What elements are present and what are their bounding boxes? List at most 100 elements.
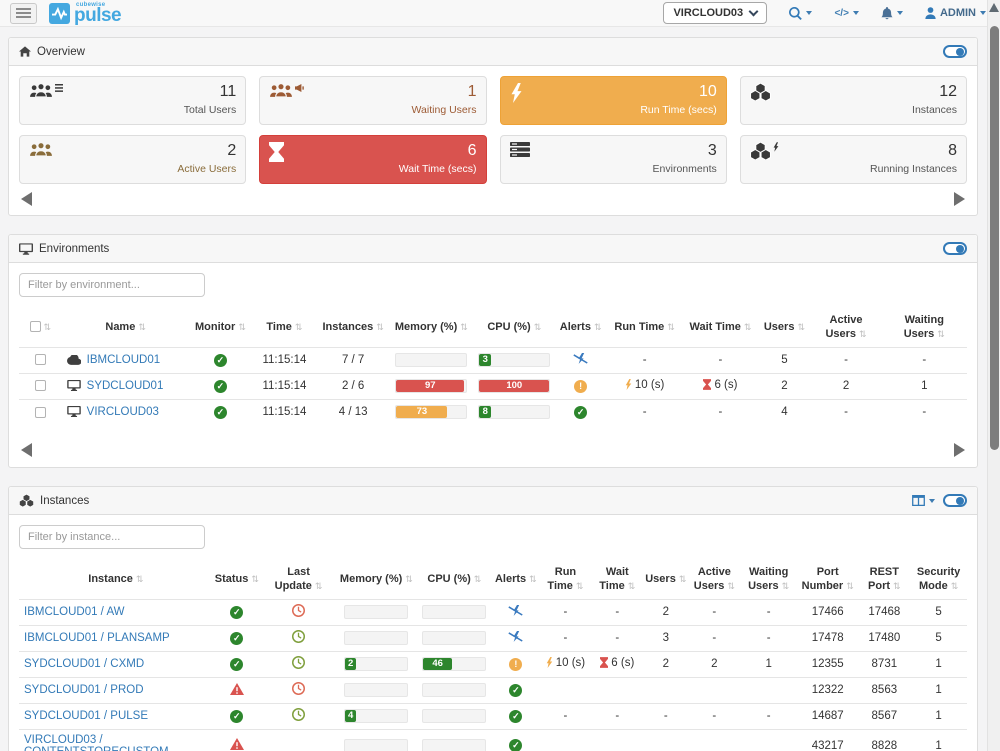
- instance-link[interactable]: IBMCLOUD01 / PLANSAMP: [24, 632, 170, 644]
- row-checkbox[interactable]: [35, 354, 46, 365]
- col-rest-port[interactable]: REST Port⇅: [858, 561, 910, 599]
- instance-link[interactable]: SYDCLOUD01 / PROD: [24, 684, 144, 696]
- memory-bar: [344, 605, 408, 619]
- col-name[interactable]: Name⇅: [62, 309, 190, 347]
- card-label: Total Users: [184, 104, 237, 116]
- scrollbar-thumb[interactable]: [990, 26, 999, 450]
- vertical-scrollbar[interactable]: [987, 0, 1000, 751]
- card-total-users[interactable]: 11 Total Users: [19, 76, 246, 125]
- col-users[interactable]: Users⇅: [643, 561, 688, 599]
- col-instance[interactable]: Instance⇅: [19, 561, 213, 599]
- instance-link[interactable]: SYDCLOUD01 / PULSE: [24, 710, 148, 722]
- col-alerts[interactable]: Alerts⇅: [555, 309, 607, 347]
- col-memory[interactable]: Memory (%)⇅: [389, 309, 474, 347]
- col-waiting-users[interactable]: Waiting Users⇅: [882, 309, 967, 347]
- row-checkbox[interactable]: [35, 407, 46, 418]
- scrollbar-up-arrow[interactable]: [989, 3, 999, 12]
- ok-circle-icon: ✓: [509, 710, 522, 723]
- cpu-bar: [422, 683, 486, 697]
- app-logo[interactable]: cubewise pulse: [49, 3, 121, 24]
- col-time[interactable]: Time⇅: [251, 309, 317, 347]
- col-cpu[interactable]: CPU (%)⇅: [474, 309, 555, 347]
- environments-table: ⇅ Name⇅ Monitor⇅ Time⇅ Instances⇅ Memory…: [19, 309, 967, 425]
- card-run-time[interactable]: 10 Run Time (secs): [500, 76, 727, 125]
- environment-filter-input[interactable]: [19, 273, 205, 297]
- environment-select[interactable]: VIRCLOUD03: [663, 2, 767, 24]
- hamburger-menu-button[interactable]: [10, 3, 37, 24]
- card-environments[interactable]: 3 Environments: [500, 135, 727, 184]
- col-run-time[interactable]: Run Time⇅: [607, 309, 683, 347]
- card-label: Running Instances: [870, 163, 957, 175]
- memory-bar: 2: [344, 657, 408, 671]
- card-running-instances[interactable]: 8 Running Instances: [740, 135, 967, 184]
- card-label: Waiting Users: [412, 104, 477, 116]
- card-value: 12: [912, 83, 957, 101]
- col-port-number[interactable]: Port Number⇅: [797, 561, 858, 599]
- servers-icon: [510, 142, 530, 177]
- code-icon: </>: [834, 8, 848, 19]
- column-picker-button[interactable]: [912, 495, 935, 506]
- col-status[interactable]: Status⇅: [213, 561, 261, 599]
- col-active-users[interactable]: Active Users⇅: [810, 309, 881, 347]
- memory-bar: 97: [395, 379, 467, 393]
- memory-bar: [395, 353, 467, 367]
- card-instances[interactable]: 12 Instances: [740, 76, 967, 125]
- select-all-checkbox[interactable]: [30, 321, 41, 332]
- admin-menu[interactable]: ADMIN: [925, 7, 986, 19]
- hourglass-icon: [269, 142, 284, 177]
- col-wait-time[interactable]: Wait Time⇅: [683, 309, 759, 347]
- instance-row: VIRCLOUD03 / CONTENTSTORECUSTOM ✓ 432: [19, 729, 967, 751]
- carousel-prev-arrow[interactable]: [21, 443, 32, 457]
- carousel-next-arrow[interactable]: [954, 192, 965, 206]
- col-cpu[interactable]: CPU (%)⇅: [417, 561, 493, 599]
- instance-link[interactable]: IBMCLOUD01 / AW: [24, 606, 125, 618]
- carousel-prev-arrow[interactable]: [21, 192, 32, 206]
- instance-link[interactable]: SYDCLOUD01 / CXMD: [24, 658, 144, 670]
- environments-collapse-toggle[interactable]: [943, 242, 967, 255]
- overview-collapse-toggle[interactable]: [943, 45, 967, 58]
- environment-link[interactable]: SYDCLOUD01: [87, 380, 164, 392]
- col-last-update[interactable]: Last Update⇅: [261, 561, 336, 599]
- card-waiting-users[interactable]: 1 Waiting Users: [259, 76, 486, 125]
- environment-link[interactable]: VIRCLOUD03: [87, 406, 159, 418]
- code-menu[interactable]: </>: [834, 8, 858, 19]
- col-users[interactable]: Users⇅: [758, 309, 810, 347]
- brand-text: pulse: [74, 5, 121, 26]
- col-wait-time[interactable]: Wait Time⇅: [591, 561, 643, 599]
- home-icon: [19, 46, 31, 57]
- carousel-next-arrow[interactable]: [954, 443, 965, 457]
- col-monitor[interactable]: Monitor⇅: [190, 309, 252, 347]
- instance-filter-input[interactable]: [19, 525, 205, 549]
- chevron-down-icon: [749, 6, 759, 16]
- card-value: 1: [412, 83, 477, 101]
- instances-panel: Instances: [8, 486, 978, 751]
- cubes-icon: [750, 83, 771, 118]
- col-security-mode[interactable]: Security Mode⇅: [910, 561, 967, 599]
- col-active-users[interactable]: Active Users⇅: [688, 561, 740, 599]
- row-checkbox[interactable]: [35, 380, 46, 391]
- notifications-menu[interactable]: [881, 7, 903, 20]
- ok-circle-icon: ✓: [574, 406, 587, 419]
- clock-red-icon: [292, 604, 305, 617]
- ok-circle-icon: ✓: [509, 684, 522, 697]
- col-run-time[interactable]: Run Time⇅: [540, 561, 592, 599]
- clock-red-icon: [292, 682, 305, 695]
- clock-green-icon: [292, 656, 305, 669]
- select-all-header[interactable]: ⇅: [19, 309, 62, 347]
- col-memory[interactable]: Memory (%)⇅: [336, 561, 416, 599]
- cubes-bolt-icon: [750, 142, 779, 177]
- instance-link[interactable]: VIRCLOUD03 / CONTENTSTORECUSTOM: [24, 734, 184, 751]
- caret-down-icon: [897, 11, 903, 15]
- search-menu[interactable]: [789, 7, 812, 20]
- memory-bar: [344, 631, 408, 645]
- card-label: Environments: [653, 163, 717, 175]
- environment-link[interactable]: IBMCLOUD01: [87, 354, 161, 366]
- col-instances[interactable]: Instances⇅: [318, 309, 389, 347]
- card-active-users[interactable]: 2 Active Users: [19, 135, 246, 184]
- col-alerts[interactable]: Alerts⇅: [492, 561, 539, 599]
- instances-collapse-toggle[interactable]: [943, 494, 967, 507]
- card-wait-time[interactable]: 6 Wait Time (secs): [259, 135, 486, 184]
- hourglass-icon: [600, 657, 608, 668]
- col-waiting-users[interactable]: Waiting Users⇅: [740, 561, 797, 599]
- overview-panel-title: Overview: [37, 46, 85, 58]
